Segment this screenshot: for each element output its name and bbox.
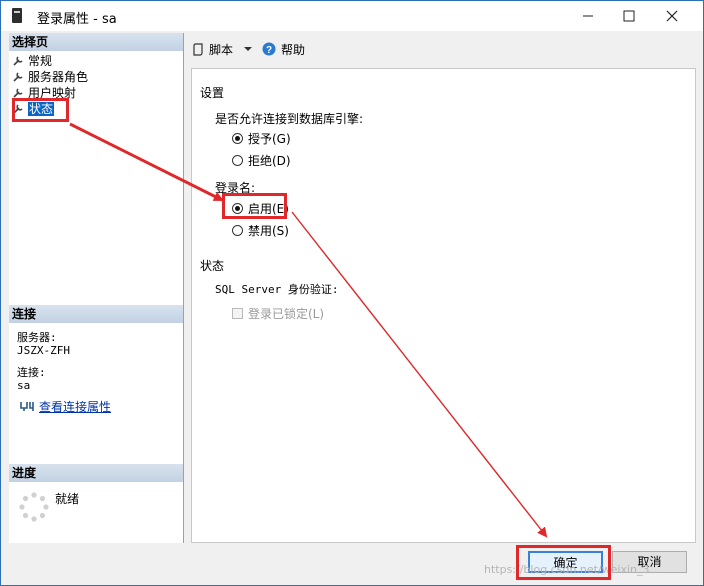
arrow-to-enable (69, 122, 224, 202)
arrow-to-ok (291, 211, 548, 538)
annotation-arrows (69, 122, 548, 538)
